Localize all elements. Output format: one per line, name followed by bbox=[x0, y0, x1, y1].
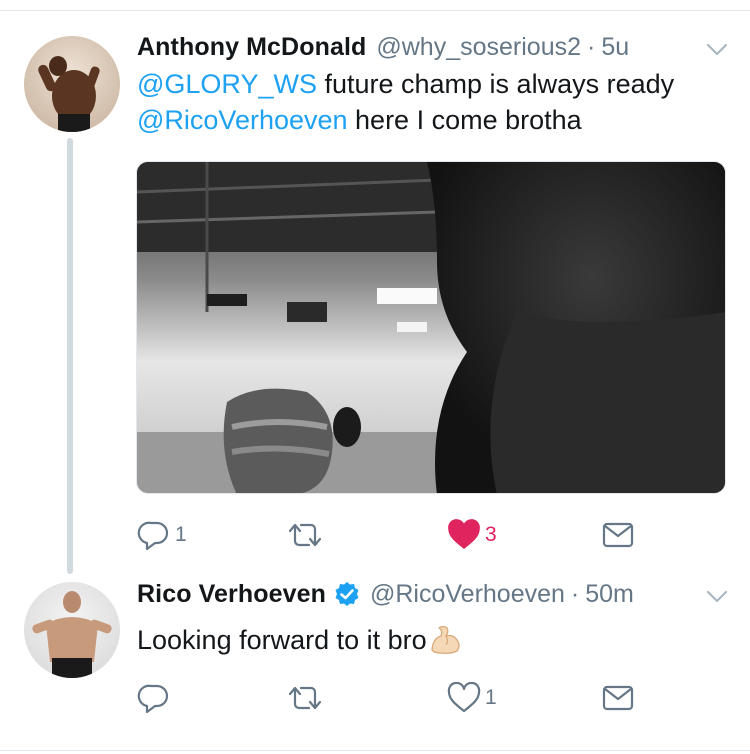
avatar-anthony-mcdonald[interactable] bbox=[24, 36, 120, 132]
mention-link[interactable]: @GLORY_WS bbox=[137, 69, 317, 99]
user-handle[interactable]: @RicoVerhoeven bbox=[370, 578, 565, 610]
direct-message-icon bbox=[602, 685, 634, 711]
display-name[interactable]: Anthony McDonald bbox=[137, 31, 366, 63]
flexed-biceps-emoji bbox=[431, 625, 460, 654]
mention-link[interactable]: @RicoVerhoeven bbox=[137, 105, 348, 135]
tweet-media-photo[interactable] bbox=[136, 161, 726, 494]
retweet-icon bbox=[288, 686, 322, 710]
direct-message-button[interactable] bbox=[602, 517, 634, 553]
retweet-button[interactable] bbox=[287, 517, 327, 553]
chevron-down-icon[interactable] bbox=[706, 590, 728, 604]
reply-button[interactable] bbox=[137, 680, 175, 716]
tweet-text: @GLORY_WS future champ is always ready @… bbox=[137, 66, 727, 138]
tweet-header: Anthony McDonald @why_soserious2 · 5u bbox=[137, 31, 629, 63]
tweet-actions: 1 3 bbox=[137, 517, 637, 553]
reply-icon bbox=[137, 684, 169, 714]
bottom-divider bbox=[0, 750, 750, 751]
tweet-timestamp[interactable]: 5u bbox=[601, 31, 629, 63]
separator-dot: · bbox=[570, 580, 580, 608]
direct-message-icon bbox=[602, 522, 634, 548]
like-icon bbox=[448, 519, 480, 549]
like-count: 3 bbox=[485, 523, 497, 546]
like-button[interactable]: 1 bbox=[447, 680, 497, 716]
user-handle[interactable]: @why_soserious2 bbox=[376, 31, 581, 63]
tweet-text-segment: here I come brotha bbox=[347, 105, 582, 135]
tweet-text-segment: future champ is always ready bbox=[316, 69, 675, 99]
tweet-text-segment: Looking forward to it bro bbox=[137, 625, 427, 655]
chevron-down-icon[interactable] bbox=[706, 43, 728, 57]
like-count: 1 bbox=[485, 686, 497, 709]
thread-line bbox=[67, 138, 73, 574]
top-divider bbox=[0, 10, 750, 11]
reply-icon bbox=[137, 521, 169, 551]
display-name[interactable]: Rico Verhoeven bbox=[137, 578, 326, 610]
tweet-text: Looking forward to it bro bbox=[137, 622, 727, 658]
tweet-timestamp[interactable]: 50m bbox=[585, 578, 634, 610]
direct-message-button[interactable] bbox=[602, 680, 634, 716]
separator-dot: · bbox=[587, 33, 596, 61]
retweet-icon bbox=[288, 523, 322, 547]
reply-count: 1 bbox=[175, 523, 187, 546]
tweet-actions: 1 bbox=[137, 680, 637, 716]
like-icon bbox=[447, 682, 481, 713]
retweet-button[interactable] bbox=[287, 680, 327, 716]
verified-badge-icon bbox=[335, 582, 359, 606]
avatar-rico-verhoeven[interactable] bbox=[24, 582, 120, 678]
tweet-header: Rico Verhoeven @RicoVerhoeven · 50m bbox=[137, 578, 634, 610]
reply-button[interactable]: 1 bbox=[137, 517, 187, 553]
like-button[interactable]: 3 bbox=[447, 517, 497, 553]
